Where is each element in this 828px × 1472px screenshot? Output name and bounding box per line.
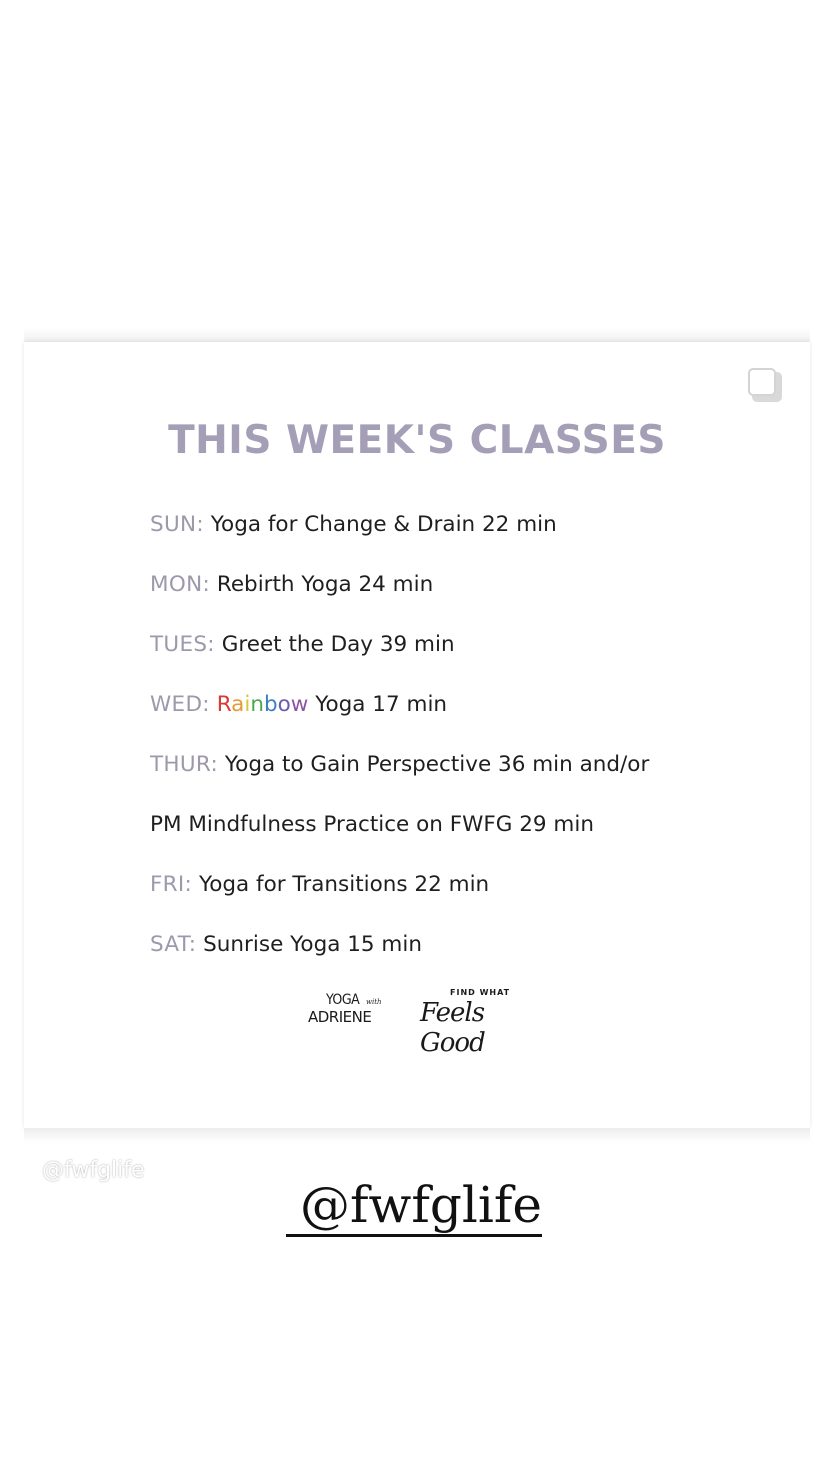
carousel-front-square <box>748 368 776 396</box>
day-label: SUN: <box>150 512 204 537</box>
schedule-row-fri: FRI: Yoga for Transitions 22 min <box>150 866 750 926</box>
class-text: Yoga for Change & Drain 22 min <box>210 512 557 537</box>
post-card: THIS WEEK'S CLASSES SUN: Yoga for Change… <box>24 342 810 1128</box>
schedule-row-thur-continued: PM Mindfulness Practice on FWFG 29 min <box>150 806 750 866</box>
brand-logos: YOGA with ADRIENE FIND WHAT Feels Good <box>304 986 546 1058</box>
class-text: Yoga to Gain Perspective 36 min and/or <box>224 752 650 777</box>
class-text: Yoga 17 min <box>315 692 448 717</box>
day-label: WED: <box>150 692 210 717</box>
day-label: SAT: <box>150 932 197 957</box>
schedule-row-mon: MON: Rebirth Yoga 24 min <box>150 566 750 626</box>
logo-yoga-word: YOGA <box>326 992 360 1008</box>
day-label: MON: <box>150 572 210 597</box>
card-bottom-edge <box>24 1128 810 1142</box>
logo-feels-good: Feels Good <box>420 998 486 1058</box>
class-text: Sunrise Yoga 15 min <box>203 932 422 957</box>
logo-with-word: with <box>366 998 382 1006</box>
class-text: Yoga for Transitions 22 min <box>198 872 490 897</box>
weekly-schedule: SUN: Yoga for Change & Drain 22 min MON:… <box>150 506 750 986</box>
classes-title: THIS WEEK'S CLASSES <box>168 418 666 463</box>
rainbow-word: Rainbow <box>217 692 309 717</box>
rainbow-letter: R <box>216 692 232 717</box>
rainbow-letter: w <box>290 692 309 717</box>
story-mention[interactable]: @fwfglife <box>0 1176 828 1237</box>
schedule-row-sun: SUN: Yoga for Change & Drain 22 min <box>150 506 750 566</box>
schedule-row-wed: WED: Rainbow Yoga 17 min <box>150 686 750 746</box>
rainbow-letter: o <box>277 692 291 717</box>
find-what-feels-good-logo: FIND WHAT Feels Good <box>416 986 546 1058</box>
class-text: PM Mindfulness Practice on FWFG 29 min <box>150 812 594 837</box>
logo-find-what: FIND WHAT <box>450 988 511 997</box>
rainbow-letter: n <box>250 692 264 717</box>
schedule-row-sat: SAT: Sunrise Yoga 15 min <box>150 926 750 986</box>
day-label: FRI: <box>150 872 193 897</box>
card-top-edge <box>24 328 810 342</box>
rainbow-letter: b <box>263 692 278 717</box>
schedule-row-thur: THUR: Yoga to Gain Perspective 36 min an… <box>150 746 750 806</box>
class-text: Greet the Day 39 min <box>221 632 455 657</box>
story-page: THIS WEEK'S CLASSES SUN: Yoga for Change… <box>0 0 828 1472</box>
rainbow-letter: a <box>231 692 245 717</box>
class-text: Rebirth Yoga 24 min <box>216 572 434 597</box>
day-label: THUR: <box>150 752 219 777</box>
mention-link-text[interactable]: @fwfglife <box>286 1176 542 1237</box>
yoga-with-adriene-logo: YOGA with ADRIENE <box>304 992 394 1042</box>
carousel-multiple-icon <box>748 368 784 404</box>
day-label: TUES: <box>150 632 215 657</box>
schedule-row-tues: TUES: Greet the Day 39 min <box>150 626 750 686</box>
logo-adriene-word: ADRIENE <box>308 1008 372 1026</box>
